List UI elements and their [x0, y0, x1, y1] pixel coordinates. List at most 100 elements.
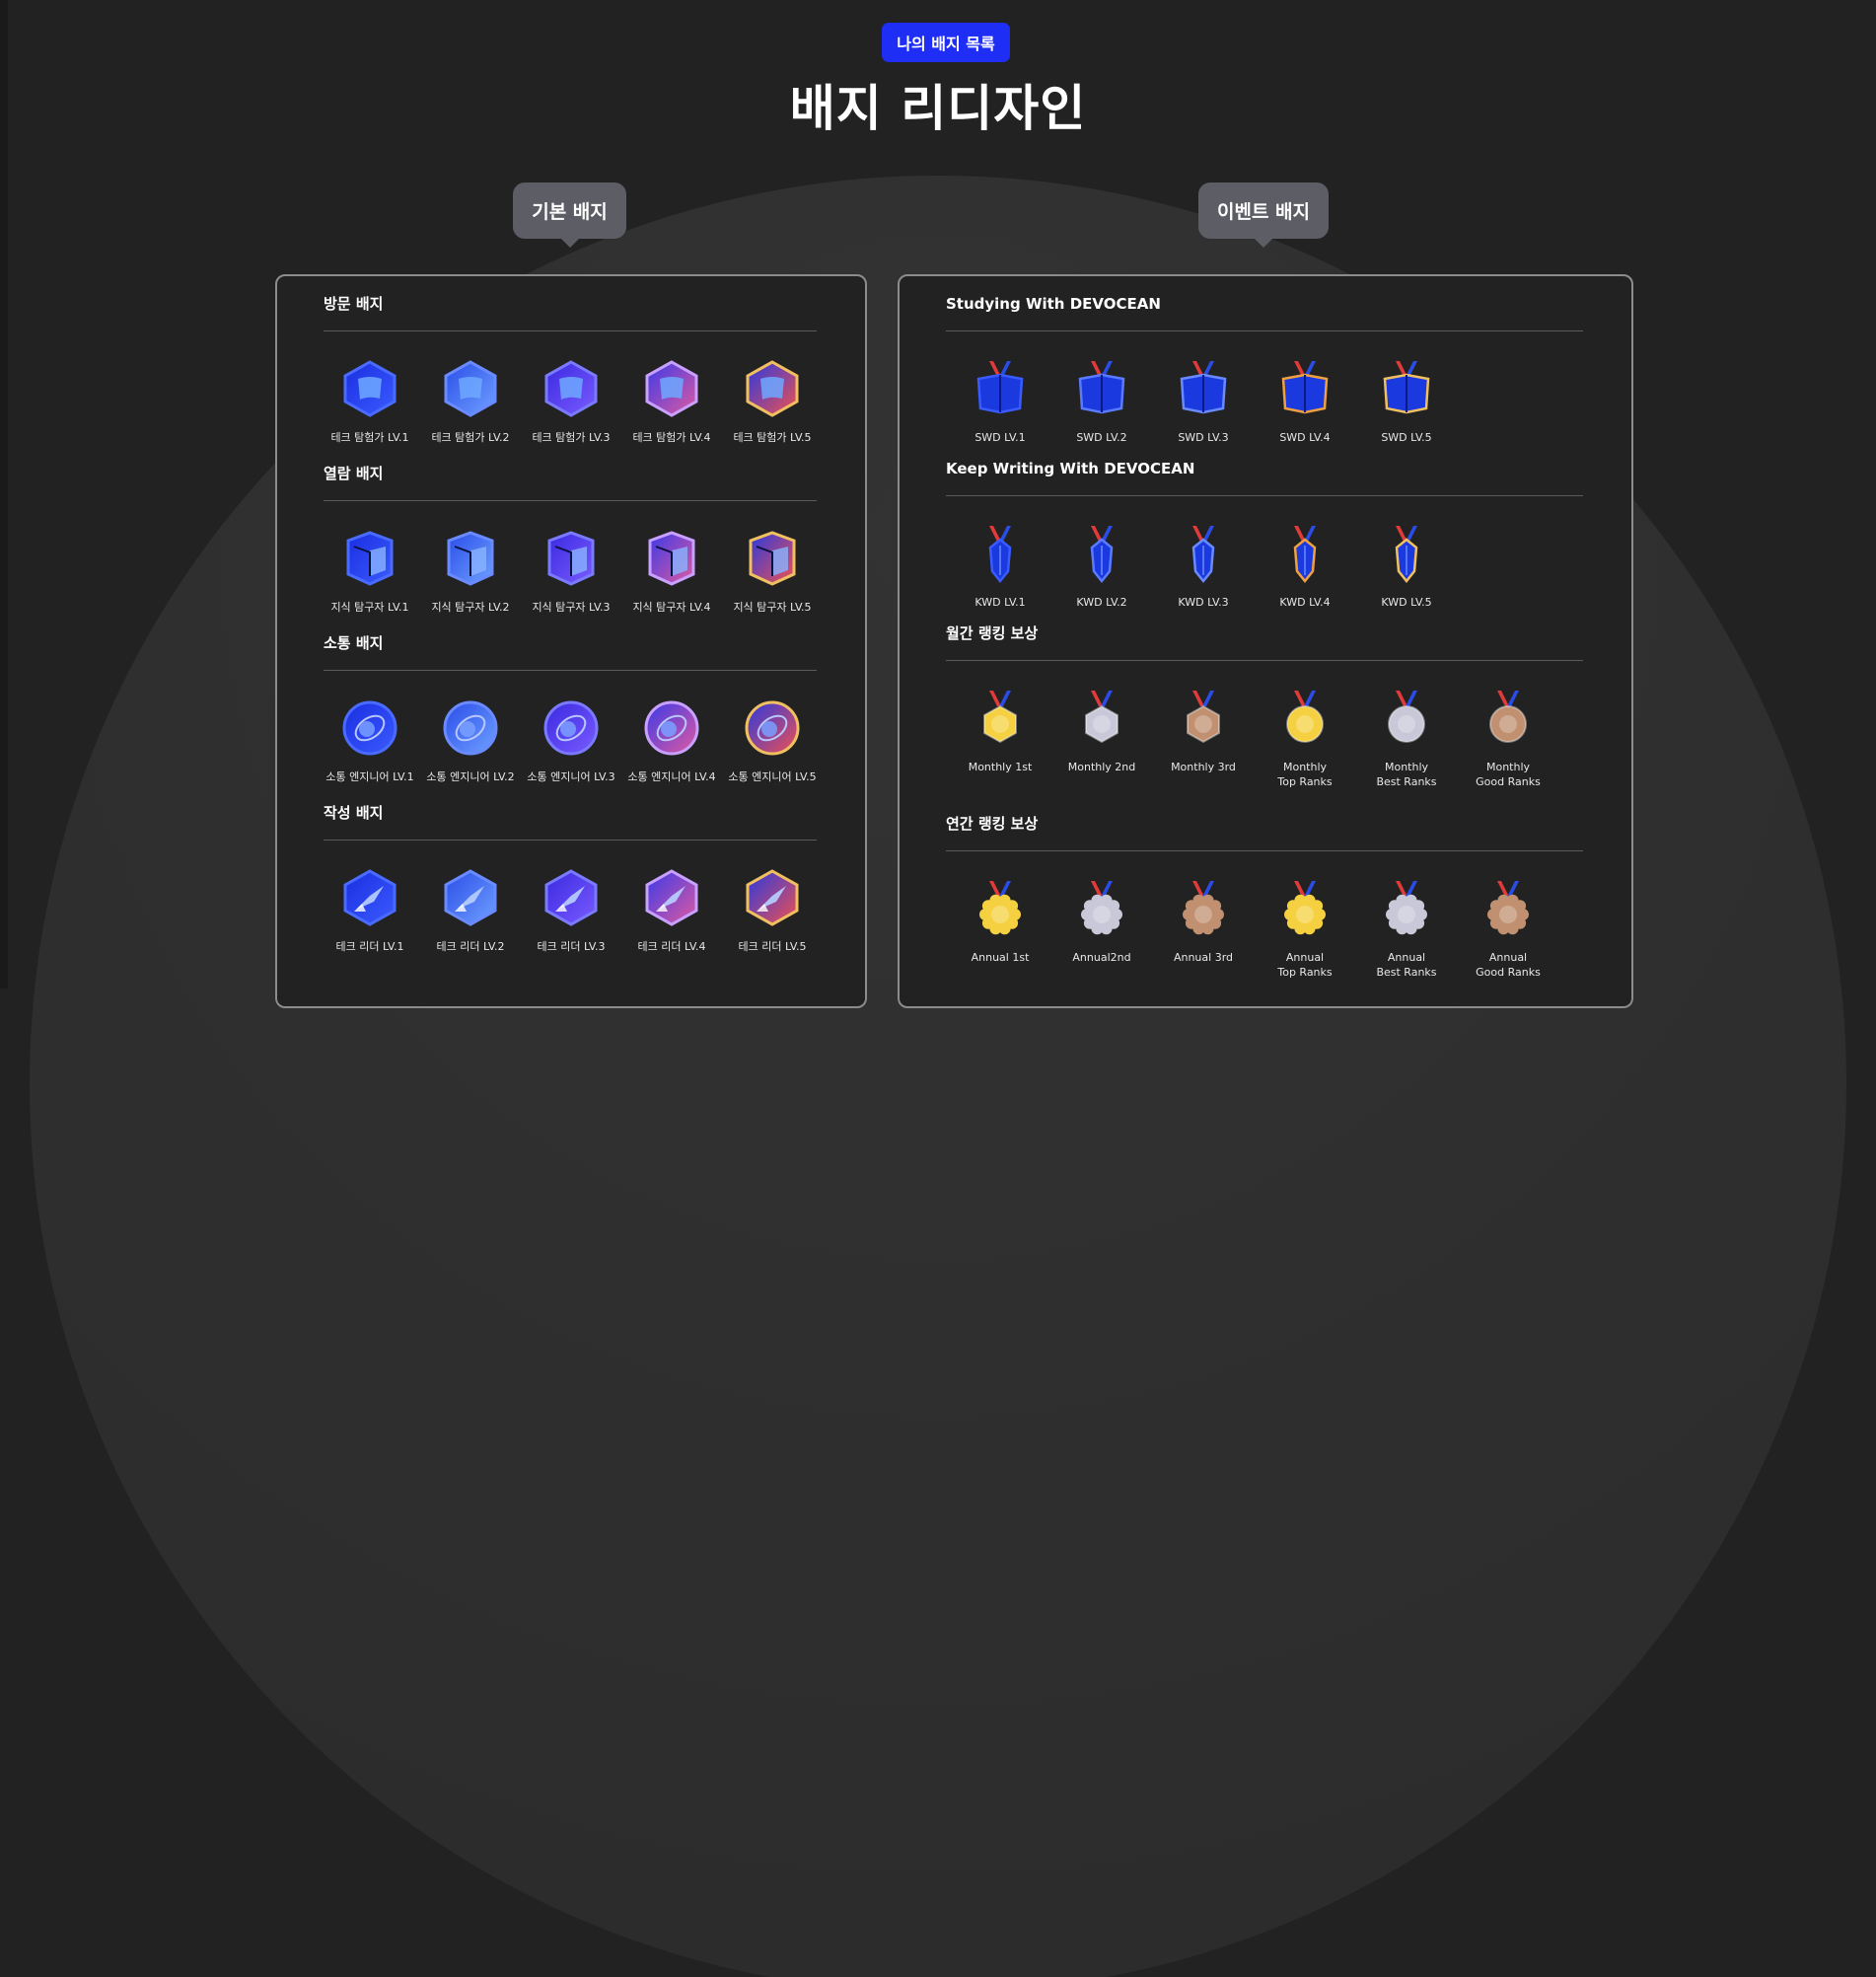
badge-section: 월간 랭킹 보상 Monthly 1st Monthly 2nd Monthly 3r…: [946, 622, 1583, 788]
badge-item[interactable]: 테크 탐험가 LV.3: [521, 359, 621, 445]
book-badge-icon: [541, 529, 601, 588]
badge-item[interactable]: 테크 탐험가 LV.1: [320, 359, 420, 445]
badge-item[interactable]: 지식 탐구자 LV.4: [621, 529, 722, 615]
badge-label: KWD LV.2: [1076, 596, 1127, 609]
tab-basic-badges[interactable]: 기본 배지: [513, 183, 626, 248]
badge-item[interactable]: 테크 탐험가 LV.5: [722, 359, 823, 445]
medal-flower-badge-icon: [971, 879, 1030, 938]
section-title: Keep Writing With DEVOCEAN: [946, 460, 1195, 477]
book-ribbon-badge-icon: [971, 359, 1030, 418]
pen-badge-icon: [743, 868, 802, 927]
medal-flower-badge-icon: [1174, 879, 1233, 938]
badge-item[interactable]: Monthly 1st: [950, 689, 1050, 774]
section-title: Studying With DEVOCEAN: [946, 295, 1161, 313]
badge-item[interactable]: Annual Good Ranks: [1458, 879, 1558, 980]
my-badges-badge[interactable]: 나의 배지 목록: [882, 23, 1010, 62]
badge-item[interactable]: SWD LV.2: [1051, 359, 1152, 445]
flag-badge-icon: [642, 359, 701, 418]
badge-item[interactable]: 소통 엔지니어 LV.3: [521, 698, 621, 784]
badge-item[interactable]: Monthly 2nd: [1051, 689, 1152, 774]
badge-item[interactable]: Annual 3rd: [1153, 879, 1254, 965]
flag-badge-icon: [441, 359, 500, 418]
medal-hex-badge-icon: [1174, 689, 1233, 748]
badge-item[interactable]: KWD LV.5: [1356, 524, 1457, 610]
badge-item[interactable]: Annual Top Ranks: [1255, 879, 1355, 980]
badge-item[interactable]: 테크 리더 LV.4: [621, 868, 722, 954]
badge-item[interactable]: Monthly Best Ranks: [1356, 689, 1457, 789]
badge-item[interactable]: 테크 리더 LV.2: [420, 868, 521, 954]
badge-label: Monthly Best Ranks: [1376, 761, 1437, 788]
pen-ribbon-badge-icon: [971, 524, 1030, 583]
badge-item[interactable]: Annual 1st: [950, 879, 1050, 965]
badge-item[interactable]: 지식 탐구자 LV.2: [420, 529, 521, 615]
badge-label: SWD LV.5: [1381, 431, 1432, 444]
badge-item[interactable]: KWD LV.4: [1255, 524, 1355, 610]
medal-flower-badge-icon: [1072, 879, 1131, 938]
section-title: 연간 랭킹 보상: [946, 815, 1039, 833]
badge-label: 지식 탐구자 LV.4: [632, 601, 711, 614]
badge-label: SWD LV.4: [1279, 431, 1331, 444]
badge-item[interactable]: 테크 리더 LV.5: [722, 868, 823, 954]
badge-label: 소통 엔지니어 LV.5: [728, 770, 817, 783]
badge-item[interactable]: 지식 탐구자 LV.5: [722, 529, 823, 615]
medal-hex-badge-icon: [1479, 689, 1538, 748]
badge-item[interactable]: 테크 탐험가 LV.4: [621, 359, 722, 445]
badge-label: 테크 탐험가 LV.5: [733, 431, 812, 444]
badge-item[interactable]: Monthly Top Ranks: [1255, 689, 1355, 789]
badge-item[interactable]: 소통 엔지니어 LV.4: [621, 698, 722, 784]
badge-item[interactable]: Monthly Good Ranks: [1458, 689, 1558, 789]
badge-item[interactable]: KWD LV.2: [1051, 524, 1152, 610]
window-left-edge: [0, 0, 8, 988]
badge-item[interactable]: Monthly 3rd: [1153, 689, 1254, 774]
pen-badge-icon: [541, 868, 601, 927]
badge-item[interactable]: Annual2nd: [1051, 879, 1152, 965]
pen-badge-icon: [340, 868, 399, 927]
badge-row: 지식 탐구자 LV.1 지식 탐구자 LV.2 지식 탐구자 LV.3 지식 탐구자 …: [324, 501, 817, 620]
badge-item[interactable]: 테크 리더 LV.1: [320, 868, 420, 954]
badge-label: 지식 탐구자 LV.2: [431, 601, 510, 614]
event-badges-panel: Studying With DEVOCEAN SWD LV.1 SWD LV.2 SW…: [898, 274, 1633, 1008]
pen-badge-icon: [642, 868, 701, 927]
badge-label: Annual Best Ranks: [1376, 951, 1437, 979]
badge-section: 소통 배지 소통 엔지니어 LV.1 소통 엔지니어 LV.2 소통 엔지니어 LV.…: [324, 631, 817, 789]
tab-event-badges[interactable]: 이벤트 배지: [1198, 183, 1329, 248]
badge-item[interactable]: SWD LV.1: [950, 359, 1050, 445]
section-title: 월간 랭킹 보상: [946, 624, 1039, 642]
pen-ribbon-badge-icon: [1072, 524, 1131, 583]
badge-item[interactable]: Annual Best Ranks: [1356, 879, 1457, 980]
badge-label: 소통 엔지니어 LV.2: [426, 770, 515, 783]
badge-row: KWD LV.1 KWD LV.2 KWD LV.3 KWD LV.4 KWD LV.5: [946, 496, 1583, 615]
book-ribbon-badge-icon: [1174, 359, 1233, 418]
badge-row: SWD LV.1 SWD LV.2 SWD LV.3 SWD LV.4 SWD LV.5: [946, 331, 1583, 450]
section-title: 방문 배지: [324, 295, 384, 313]
badge-label: KWD LV.1: [974, 596, 1026, 609]
book-badge-icon: [340, 529, 399, 588]
badge-item[interactable]: 소통 엔지니어 LV.1: [320, 698, 420, 784]
badge-label: 소통 엔지니어 LV.1: [325, 770, 414, 783]
flag-badge-icon: [541, 359, 601, 418]
badge-label: 소통 엔지니어 LV.4: [627, 770, 716, 783]
badge-section: 방문 배지 테크 탐험가 LV.1 테크 탐험가 LV.2 테크 탐험가 LV.3 테크…: [324, 292, 817, 450]
pen-ribbon-badge-icon: [1275, 524, 1335, 583]
medal-flower-badge-icon: [1275, 879, 1335, 938]
pen-badge-icon: [441, 868, 500, 927]
badge-item[interactable]: 지식 탐구자 LV.3: [521, 529, 621, 615]
badge-label: KWD LV.5: [1381, 596, 1432, 609]
basic-badges-panel: 방문 배지테크 탐험가 LV.1 테크 탐험가 LV.2 테크 탐험가 LV.3 테크…: [275, 274, 867, 1008]
badge-label: 테크 리더 LV.4: [637, 940, 706, 953]
badge-item[interactable]: 소통 엔지니어 LV.5: [722, 698, 823, 784]
badge-item[interactable]: KWD LV.3: [1153, 524, 1254, 610]
badge-item[interactable]: KWD LV.1: [950, 524, 1050, 610]
badge-item[interactable]: SWD LV.4: [1255, 359, 1355, 445]
badge-item[interactable]: 지식 탐구자 LV.1: [320, 529, 420, 615]
badge-item[interactable]: 테크 리더 LV.3: [521, 868, 621, 954]
badge-item[interactable]: 테크 탐험가 LV.2: [420, 359, 521, 445]
badge-label: 테크 탐험가 LV.3: [532, 431, 611, 444]
badge-label: Monthly 3rd: [1171, 761, 1236, 773]
badge-section: 열람 배지 지식 탐구자 LV.1 지식 탐구자 LV.2 지식 탐구자 LV.3 지식…: [324, 462, 817, 620]
badge-item[interactable]: SWD LV.5: [1356, 359, 1457, 445]
badge-item[interactable]: SWD LV.3: [1153, 359, 1254, 445]
badge-label: 지식 탐구자 LV.5: [733, 601, 812, 614]
badge-row: 테크 리더 LV.1 테크 리더 LV.2 테크 리더 LV.3 테크 리더 LV.4…: [324, 841, 817, 959]
badge-item[interactable]: 소통 엔지니어 LV.2: [420, 698, 521, 784]
